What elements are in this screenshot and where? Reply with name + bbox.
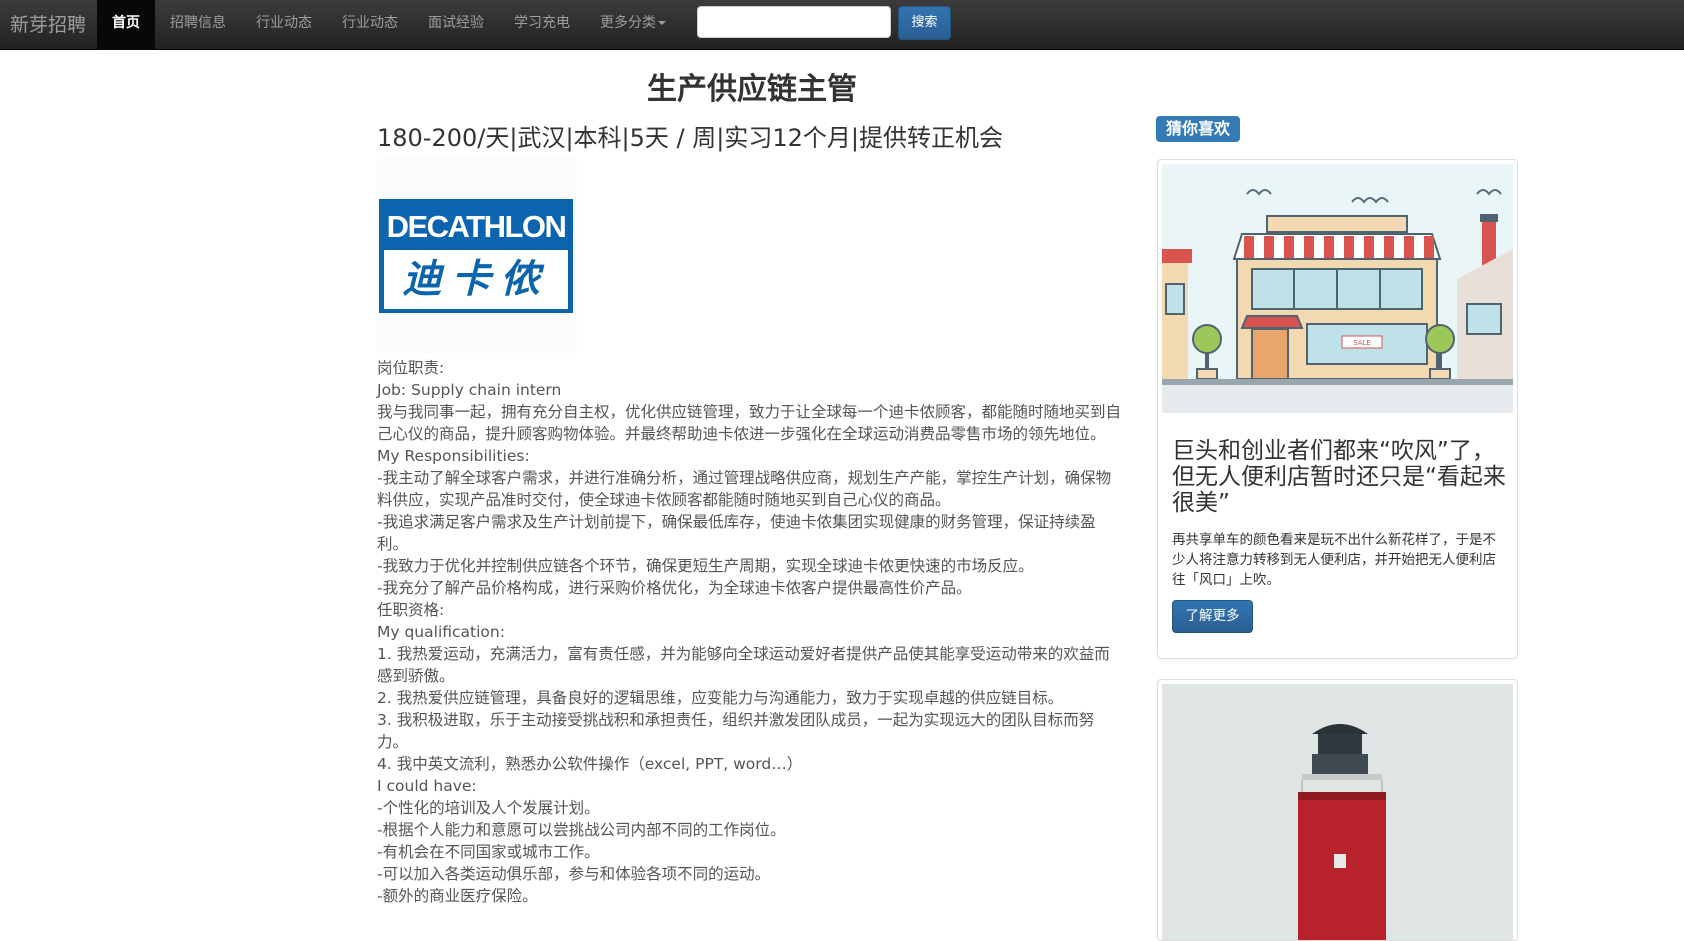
search-button[interactable]: 搜索 <box>898 6 951 40</box>
desc-line: 4. 我中英文流利，熟悉办公软件操作（excel, PPT, word…） <box>377 755 803 773</box>
job-description: 岗位职责: Job: Supply chain intern 我与我同事一起，拥… <box>377 357 1122 907</box>
nav-item-more-label: 更多分类 <box>600 15 656 31</box>
desc-line: -额外的商业医疗保险。 <box>377 887 538 905</box>
nav-item-industry-news-2[interactable]: 行业动态 <box>342 0 398 49</box>
desc-line: -根据个人能力和意愿可以尝挑战公司内部不同的工作岗位。 <box>377 821 786 839</box>
recommend-badge: 猜你喜欢 <box>1156 116 1241 142</box>
nav-item-more-dropdown[interactable]: 更多分类 <box>600 0 666 49</box>
company-logo: DECATHLON 迪卡侬 <box>377 158 577 353</box>
desc-line: -可以加入各类运动俱乐部，参与和体验各项不同的运动。 <box>377 865 771 883</box>
job-summary: 180-200/天|武汉|本科|5天 / 周|实习12个月|提供转正机会 <box>377 124 1003 152</box>
desc-line: 3. 我积极进取，乐于主动接受挑战积和承担责任，组织并激发团队成员，一起为实现远… <box>377 711 1095 751</box>
logo-box: DECATHLON 迪卡侬 <box>379 199 573 313</box>
desc-line: My qualification: <box>377 623 505 641</box>
desc-line: -有机会在不同国家或城市工作。 <box>377 843 600 861</box>
recommend-card: SALE 巨头和创业者们都来“吹风”了，但无人便利店暂时还只是“看起来很美” 再… <box>1157 159 1518 659</box>
logo-text-cn: 迪卡侬 <box>384 250 568 309</box>
logo-text-en: DECATHLON <box>386 209 567 244</box>
nav-item-jobs[interactable]: 招聘信息 <box>170 0 226 49</box>
desc-line: 1. 我热爱运动，充满活力，富有责任感，并为能够向全球运动爱好者提供产品使其能享… <box>377 645 1110 685</box>
desc-line: 我与我同事一起，拥有充分自主权，优化供应链管理，致力于让全球每一个迪卡侬顾客，都… <box>377 403 1122 443</box>
desc-line: 任职资格: <box>377 601 445 619</box>
desc-line: -我致力于优化并控制供应链各个环节，确保更短生产周期，实现全球迪卡侬更快速的市场… <box>377 557 1034 575</box>
job-title: 生产供应链主管 <box>647 72 857 107</box>
nav-item-industry-news[interactable]: 行业动态 <box>256 0 312 49</box>
nav-item-learning[interactable]: 学习充电 <box>514 0 570 49</box>
desc-line: 2. 我热爱供应链管理，具备良好的逻辑思维，应变能力与沟通能力，致力于实现卓越的… <box>377 689 1064 707</box>
desc-line: -我追求满足客户需求及生产计划前提下，确保最低库存，使迪卡侬集团实现健康的财务管… <box>377 513 1096 553</box>
lighthouse-photo <box>1162 684 1513 940</box>
desc-line: My Responsibilities: <box>377 447 530 465</box>
nav-item-interview[interactable]: 面试经验 <box>428 0 484 49</box>
convenience-store-illustration: SALE <box>1162 164 1513 413</box>
desc-line: -个性化的培训及人个发展计划。 <box>377 799 600 817</box>
desc-line: -我主动了解全球客户需求，并进行准确分析，通过管理战略供应商，规划生产产能，掌控… <box>377 469 1112 509</box>
sale-sign-text: SALE <box>1353 339 1371 347</box>
recommend-card-2 <box>1157 679 1518 941</box>
desc-line: -我充分了解产品价格构成，进行采购价格优化，为全球迪卡侬客户提供最高性价产品。 <box>377 579 972 597</box>
learn-more-button[interactable]: 了解更多 <box>1172 600 1253 633</box>
search-input[interactable] <box>697 6 891 38</box>
desc-line: 岗位职责: <box>377 359 445 377</box>
desc-line: I could have: <box>377 777 477 795</box>
nav-item-home[interactable]: 首页 <box>97 0 155 49</box>
caret-down-icon <box>658 21 666 25</box>
card-excerpt: 再共享单车的颜色看来是玩不出什么新花样了，于是不少人将注意力转移到无人便利店，并… <box>1172 532 1496 588</box>
card-title[interactable]: 巨头和创业者们都来“吹风”了，但无人便利店暂时还只是“看起来很美” <box>1172 438 1507 516</box>
brand-logo-text[interactable]: 新芽招聘 <box>10 10 86 37</box>
desc-line: Job: Supply chain intern <box>377 381 562 399</box>
top-navbar: 新芽招聘 首页 招聘信息 行业动态 行业动态 面试经验 学习充电 更多分类 搜索 <box>0 0 1684 50</box>
